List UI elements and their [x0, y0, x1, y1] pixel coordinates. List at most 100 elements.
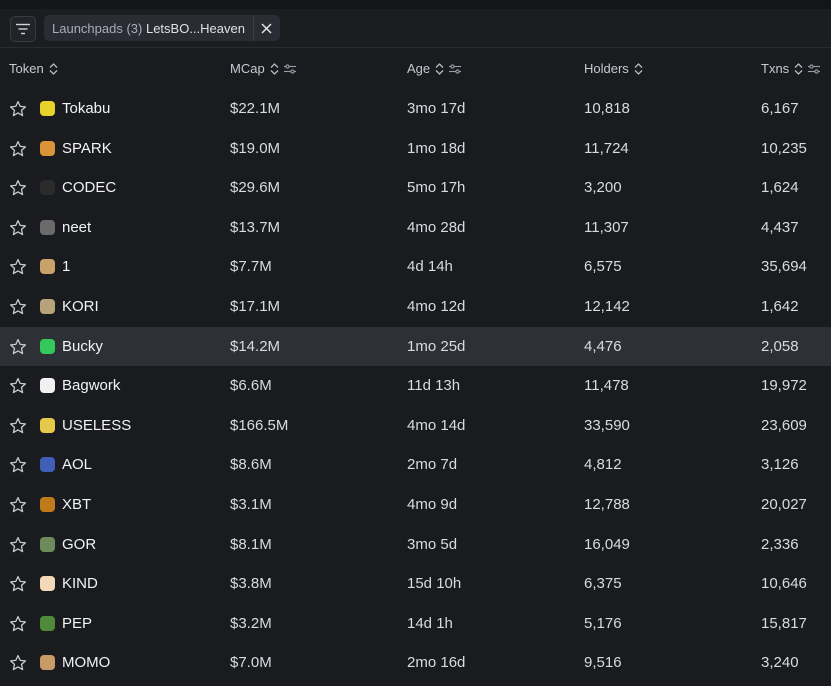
token-name[interactable]: CODEC	[62, 179, 116, 196]
holders-value: 12,788	[584, 495, 630, 513]
token-name[interactable]: 1	[62, 258, 70, 275]
age-value: 4mo 14d	[407, 416, 466, 434]
token-logo-icon	[40, 615, 55, 631]
token-name[interactable]: MOMO	[62, 654, 110, 671]
star-icon[interactable]	[9, 258, 27, 276]
sort-icon	[634, 62, 643, 75]
table-row[interactable]: KORI $17.1M 4mo 12d 12,142 1,642	[0, 287, 831, 327]
token-name[interactable]: XBT	[62, 496, 91, 513]
launchpad-filter-chip[interactable]: Launchpads (3) LetsBO...Heaven	[44, 15, 280, 41]
token-logo-icon	[40, 259, 55, 275]
table-row[interactable]: neet $13.7M 4mo 28d 11,307 4,437	[0, 208, 831, 248]
star-icon[interactable]	[9, 179, 27, 197]
token-name[interactable]: KIND	[62, 575, 98, 592]
token-logo-icon	[40, 219, 55, 235]
age-value: 11d 13h	[407, 377, 461, 395]
star-icon[interactable]	[9, 417, 27, 435]
holders-value: 5,176	[584, 614, 622, 632]
sort-icon	[49, 62, 58, 75]
table-row[interactable]: Bagwork $6.6M 11d 13h 11,478 19,972	[0, 366, 831, 406]
mcap-value: $166.5M	[230, 416, 289, 434]
sliders-icon[interactable]	[449, 63, 462, 74]
table-row[interactable]: KIND $3.8M 15d 10h 6,375 10,646	[0, 564, 831, 604]
token-logo-icon	[40, 417, 55, 433]
sort-icon	[435, 62, 444, 75]
header-age-label: Age	[407, 61, 431, 76]
header-txns[interactable]: Txns	[761, 61, 821, 76]
holders-value: 10,818	[584, 100, 630, 117]
filter-button[interactable]	[10, 16, 36, 42]
holders-value: 9,516	[584, 654, 622, 672]
star-icon[interactable]	[9, 100, 27, 118]
txns-value: 3,240	[761, 654, 799, 672]
txns-value: 2,058	[761, 337, 799, 355]
table-row[interactable]: CODEC $29.6M 5mo 17h 3,200 1,624	[0, 168, 831, 208]
age-value: 1mo 18d	[407, 139, 466, 157]
token-logo-icon	[40, 496, 55, 512]
table-row[interactable]: 1 $7.7M 4d 14h 6,575 35,694	[0, 247, 831, 287]
age-value: 4mo 12d	[407, 297, 466, 315]
table-row[interactable]: SPARK $19.0M 1mo 18d 11,724 10,235	[0, 129, 831, 169]
table-row[interactable]: GOR $8.1M 3mo 5d 16,049 2,336	[0, 525, 831, 565]
token-name[interactable]: neet	[62, 219, 91, 236]
age-value: 4d 14h	[407, 258, 453, 276]
token-logo-icon	[40, 338, 55, 354]
token-name[interactable]: AOL	[62, 456, 92, 473]
mcap-value: $3.2M	[230, 614, 272, 632]
star-icon[interactable]	[9, 575, 27, 593]
token-name[interactable]: Bucky	[62, 338, 103, 355]
table-row[interactable]: USELESS $166.5M 4mo 14d 33,590 23,609	[0, 406, 831, 446]
star-icon[interactable]	[9, 496, 27, 514]
token-name[interactable]: SPARK	[62, 140, 112, 157]
token-name[interactable]: Tokabu	[62, 100, 110, 117]
holders-value: 11,307	[584, 218, 629, 236]
table-row[interactable]: AOL $8.6M 2mo 7d 4,812 3,126	[0, 445, 831, 485]
mcap-value: $7.0M	[230, 654, 272, 672]
mcap-value: $17.1M	[230, 297, 281, 315]
holders-value: 12,142	[584, 297, 630, 315]
table-header: Token MCap Age Holders Txns	[0, 48, 831, 89]
star-icon[interactable]	[9, 140, 27, 158]
header-age[interactable]: Age	[407, 61, 462, 76]
chip-remove-button[interactable]	[252, 15, 280, 41]
holders-value: 11,478	[584, 377, 629, 395]
holders-value: 11,724	[584, 139, 629, 157]
token-name[interactable]: PEP	[62, 615, 92, 632]
token-logo-icon	[40, 180, 55, 196]
holders-value: 4,476	[584, 337, 622, 355]
header-holders[interactable]: Holders	[584, 61, 643, 76]
token-name[interactable]: KORI	[62, 298, 99, 315]
star-icon[interactable]	[9, 536, 27, 554]
star-icon[interactable]	[9, 338, 27, 356]
star-icon[interactable]	[9, 654, 27, 672]
token-name[interactable]: USELESS	[62, 417, 131, 434]
star-icon[interactable]	[9, 615, 27, 633]
mcap-value: $7.7M	[230, 258, 272, 276]
age-value: 15d 10h	[407, 575, 462, 593]
table-row[interactable]: XBT $3.1M 4mo 9d 12,788 20,027	[0, 485, 831, 525]
token-name[interactable]: GOR	[62, 536, 96, 553]
mcap-value: $19.0M	[230, 139, 281, 157]
table-row[interactable]: PEP $3.2M 14d 1h 5,176 15,817	[0, 604, 831, 644]
header-txns-label: Txns	[761, 61, 790, 76]
table-row[interactable]: Bucky $14.2M 1mo 25d 4,476 2,058	[0, 326, 831, 367]
mcap-value: $3.8M	[230, 575, 272, 593]
token-logo-icon	[40, 298, 55, 314]
star-icon[interactable]	[9, 377, 27, 395]
sliders-icon[interactable]	[283, 63, 296, 74]
mcap-value: $13.7M	[230, 218, 281, 236]
header-token[interactable]: Token	[9, 61, 58, 76]
star-icon[interactable]	[9, 456, 27, 474]
star-icon[interactable]	[9, 219, 27, 237]
txns-value: 15,817	[761, 614, 807, 632]
sliders-icon[interactable]	[808, 63, 821, 74]
token-logo-icon	[40, 536, 55, 552]
table-row[interactable]: MOMO $7.0M 2mo 16d 9,516 3,240	[0, 643, 831, 683]
star-icon[interactable]	[9, 298, 27, 316]
table-row[interactable]: Tokabu $22.1M 3mo 17d 10,818 6,167	[0, 89, 831, 129]
token-logo-icon	[40, 101, 55, 116]
token-name[interactable]: Bagwork	[62, 377, 120, 394]
age-value: 3mo 5d	[407, 535, 458, 553]
txns-value: 10,235	[761, 139, 807, 157]
header-mcap[interactable]: MCap	[230, 61, 296, 76]
